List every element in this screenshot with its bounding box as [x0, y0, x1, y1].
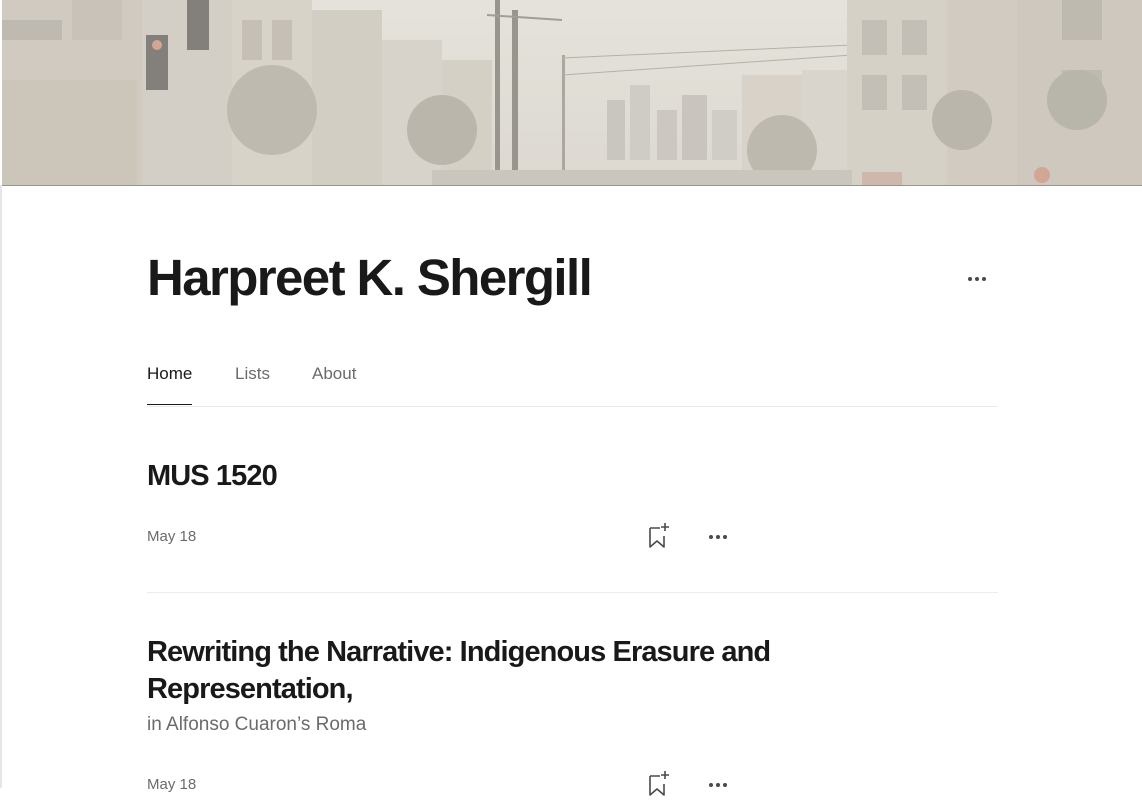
post-title[interactable]: MUS 1520 [147, 458, 998, 495]
post-more-icon[interactable] [704, 527, 732, 547]
tab-about[interactable]: About [312, 364, 356, 404]
tab-home[interactable]: Home [147, 364, 193, 405]
post-title[interactable]: Rewriting the Narrative: Indigenous Eras… [147, 634, 797, 708]
post-date: May 18 [147, 776, 197, 793]
post-date: May 18 [147, 528, 197, 545]
tab-lists[interactable]: Lists [235, 364, 270, 404]
profile-tabs: Home Lists About [147, 352, 998, 407]
post-item: MUS 1520 May 18 [147, 458, 998, 578]
post-divider [147, 592, 998, 593]
bookmark-add-icon[interactable] [647, 770, 671, 798]
profile-banner-image [2, 0, 1142, 186]
bookmark-add-icon[interactable] [647, 522, 671, 550]
post-subtitle: in Alfonso Cuaron’s Roma [147, 714, 367, 735]
profile-more-icon[interactable] [963, 269, 991, 289]
post-item: Rewriting the Narrative: Indigenous Eras… [147, 634, 998, 796]
post-more-icon[interactable] [704, 775, 732, 795]
profile-name: Harpreet K. Shergill [147, 249, 593, 306]
page-left-border [0, 185, 2, 788]
